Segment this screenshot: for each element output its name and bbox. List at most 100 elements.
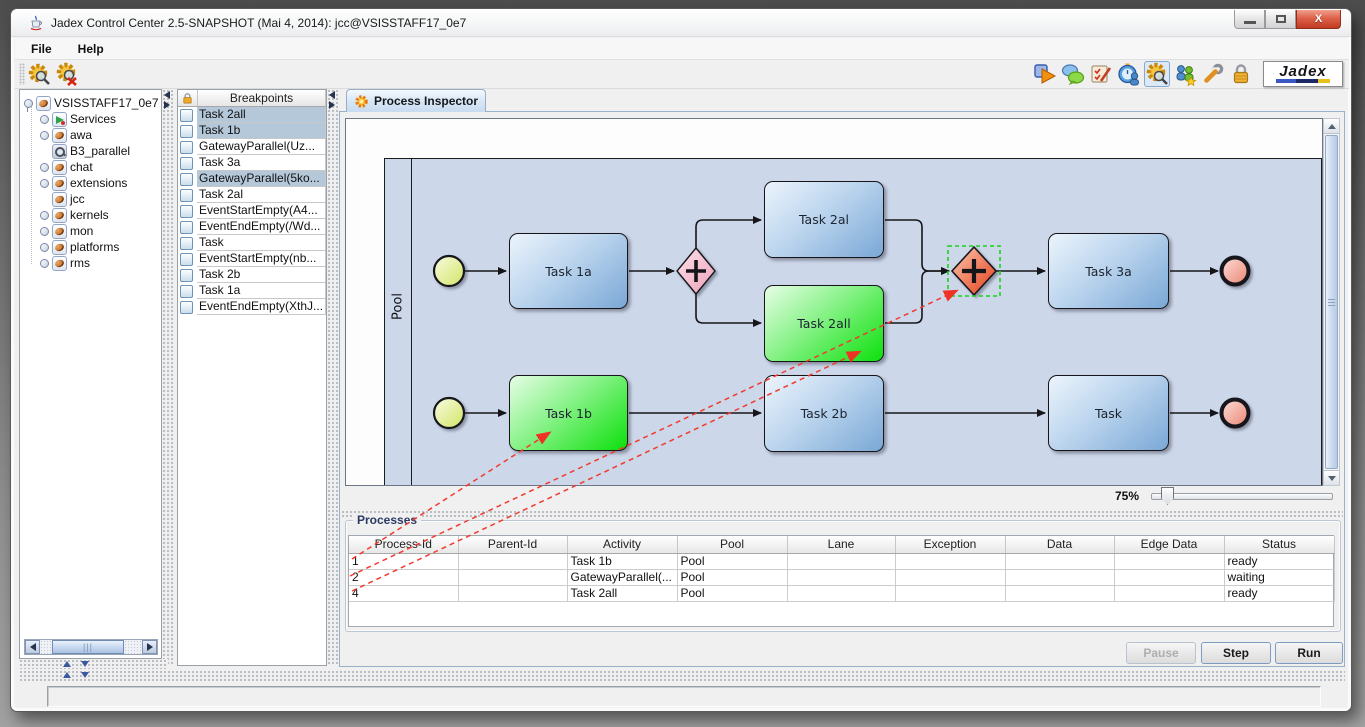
tree-item-b3_parallel[interactable]: B3_parallel — [20, 143, 161, 159]
collapse-left-icon[interactable] — [164, 91, 170, 99]
column-header-process-id[interactable]: Process-Id — [349, 536, 458, 553]
breakpoint-row[interactable]: GatewayParallel(Uz... — [178, 139, 326, 155]
expand-down-icon[interactable] — [81, 661, 89, 667]
conversation-icon[interactable] — [1060, 61, 1086, 87]
process-cell[interactable] — [1005, 585, 1114, 601]
breakpoint-row[interactable]: EventEndEmpty(/Wd... — [178, 219, 326, 235]
breakpoint-label[interactable]: EventStartEmpty(nb... — [197, 251, 326, 267]
column-header-status[interactable]: Status — [1224, 536, 1334, 553]
breakpoint-checkbox[interactable] — [180, 221, 193, 234]
process-cell[interactable] — [787, 569, 895, 585]
security-lock-icon[interactable] — [1228, 61, 1254, 87]
process-cell[interactable]: 1 — [349, 553, 458, 569]
breakpoint-row[interactable]: EventEndEmpty(XthJ... — [178, 299, 326, 315]
tree-collapse-handle[interactable] — [40, 131, 49, 140]
bpmn-diagram-canvas[interactable]: Pool — [345, 118, 1323, 486]
minimize-button[interactable] — [1234, 10, 1265, 29]
tree-collapse-handle[interactable] — [40, 179, 49, 188]
process-cell[interactable] — [787, 585, 895, 601]
tree-item-awa[interactable]: awa — [20, 127, 161, 143]
process-cell[interactable] — [895, 569, 1005, 585]
tree-item-chat[interactable]: chat — [20, 159, 161, 175]
process-row[interactable]: 2GatewayParallel(...Poolwaiting — [349, 569, 1334, 585]
process-row[interactable]: 4 Task 2allPool ready — [349, 585, 1334, 601]
bpmn-task-2b[interactable]: Task 2b — [764, 375, 884, 452]
breakpoint-checkbox[interactable] — [180, 173, 193, 186]
column-header-pool[interactable]: Pool — [677, 536, 787, 553]
column-header-lane[interactable]: Lane — [787, 536, 895, 553]
tree-expand-handle[interactable] — [24, 99, 33, 108]
settings-wrench-icon[interactable] — [1200, 61, 1226, 87]
breakpoint-row[interactable]: Task 2all — [178, 107, 326, 123]
breakpoint-row[interactable]: EventStartEmpty(nb... — [178, 251, 326, 267]
tree-item-platforms[interactable]: platforms — [20, 239, 161, 255]
bpmn-task-3a[interactable]: Task 3a — [1048, 233, 1169, 309]
bpmn-end-event-top[interactable] — [1222, 258, 1249, 285]
breakpoint-checkbox[interactable] — [180, 125, 193, 138]
bpmn-start-event-bottom[interactable] — [434, 398, 464, 428]
menu-help[interactable]: Help — [74, 40, 108, 58]
debugger-icon[interactable] — [1144, 61, 1170, 87]
process-cell[interactable]: Task 2all — [567, 585, 677, 601]
breakpoint-label[interactable]: EventStartEmpty(A4... — [197, 203, 326, 219]
collapse-up-icon[interactable] — [63, 661, 71, 667]
breakpoint-label[interactable]: GatewayParallel(Uz... — [197, 139, 326, 155]
breakpoint-checkbox[interactable] — [180, 109, 193, 122]
bpmn-task-1b[interactable]: Task 1b — [509, 375, 628, 451]
toolbar-grip[interactable] — [19, 63, 25, 85]
column-header-exception[interactable]: Exception — [895, 536, 1005, 553]
scroll-right-icon[interactable] — [142, 640, 157, 654]
bpmn-end-event-bottom[interactable] — [1222, 400, 1249, 427]
column-header-edge-data[interactable]: Edge Data — [1114, 536, 1224, 553]
tree-item-jcc[interactable]: jcc — [20, 191, 161, 207]
process-cell[interactable] — [895, 553, 1005, 569]
breakpoint-label[interactable]: GatewayParallel(5ko... — [197, 171, 326, 187]
process-row[interactable]: 1Task 1bPoolready — [349, 553, 1334, 569]
tree-breakpoints-splitter[interactable] — [162, 89, 175, 666]
bpmn-start-event-top[interactable] — [434, 256, 464, 286]
breakpoint-label[interactable]: EventEndEmpty(/Wd... — [197, 219, 326, 235]
run-button[interactable]: Run — [1275, 642, 1343, 664]
breakpoint-checkbox[interactable] — [180, 205, 193, 218]
tree-collapse-handle[interactable] — [40, 115, 49, 124]
process-cell[interactable]: Pool — [677, 553, 787, 569]
diagram-vertical-scrollbar[interactable] — [1323, 118, 1340, 486]
bpmn-gateway-join-waiting[interactable] — [948, 246, 1000, 296]
process-cell[interactable] — [1114, 569, 1224, 585]
process-cell[interactable]: ready — [1224, 585, 1334, 601]
process-cell[interactable]: waiting — [1224, 569, 1334, 585]
breakpoint-checkbox[interactable] — [180, 141, 193, 154]
tree-horizontal-scrollbar[interactable] — [24, 639, 158, 655]
left-bottom-splitter[interactable] — [19, 659, 168, 669]
process-cell[interactable] — [458, 569, 567, 585]
tree-item-services[interactable]: Services — [20, 111, 161, 127]
breakpoint-label[interactable]: Task 3a — [197, 155, 326, 171]
bpmn-task-2all[interactable]: Task 2all — [764, 285, 884, 362]
breakpoint-row[interactable]: Task 1a — [178, 283, 326, 299]
column-header-data[interactable]: Data — [1005, 536, 1114, 553]
tree-item-vsisstaff17_0e7[interactable]: VSISSTAFF17_0e7 — [20, 95, 161, 111]
expand-right-icon[interactable] — [329, 101, 335, 109]
breakpoint-label[interactable]: Task 2b — [197, 267, 326, 283]
collapse-up-icon[interactable] — [63, 672, 71, 678]
scroll-down-icon[interactable] — [1324, 470, 1339, 485]
bpmn-task-1a[interactable]: Task 1a — [509, 233, 628, 309]
breakpoint-row[interactable]: Task — [178, 235, 326, 251]
process-cell[interactable] — [895, 585, 1005, 601]
process-cell[interactable] — [787, 553, 895, 569]
breakpoint-row[interactable]: GatewayParallel(5ko... — [178, 171, 326, 187]
bpmn-gateway-split[interactable] — [677, 248, 715, 294]
close-button[interactable]: X — [1296, 10, 1341, 29]
breakpoint-checkbox[interactable] — [180, 157, 193, 170]
test-center-icon[interactable] — [1088, 61, 1114, 87]
expand-right-icon[interactable] — [164, 101, 170, 109]
zoom-slider-track[interactable] — [1151, 493, 1333, 500]
maximize-button[interactable] — [1265, 10, 1296, 29]
bpmn-task[interactable]: Task — [1048, 375, 1169, 451]
collapse-left-icon[interactable] — [329, 91, 335, 99]
process-cell[interactable]: 4 — [349, 585, 458, 601]
process-cell[interactable]: Pool — [677, 585, 787, 601]
column-header-parent-id[interactable]: Parent-Id — [458, 536, 567, 553]
breakpoint-label[interactable]: Task 1b — [197, 123, 326, 139]
breakpoint-row[interactable]: Task 2al — [178, 187, 326, 203]
